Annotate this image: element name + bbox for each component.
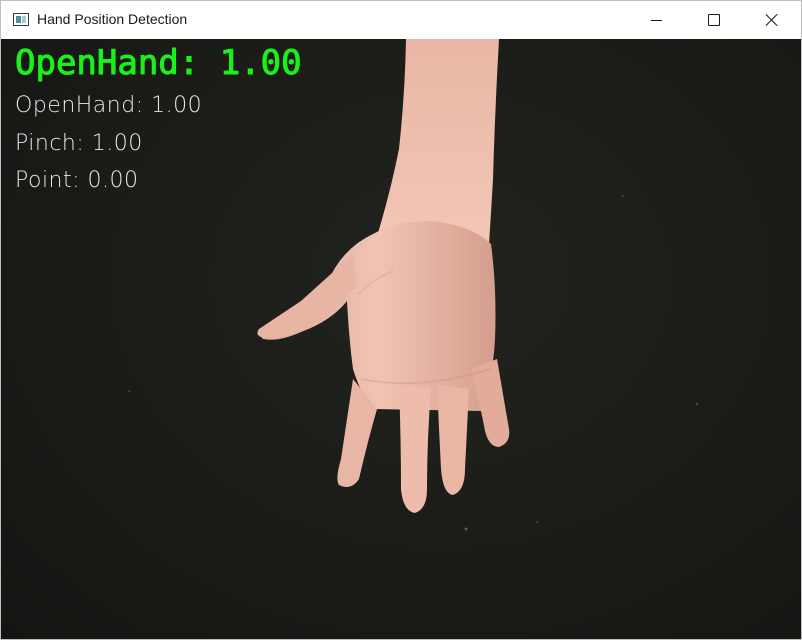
- app-window: Hand Position Detection OpenHand: 1.00 O…: [0, 0, 802, 640]
- minimize-icon: [650, 19, 662, 21]
- score-openhand: OpenHand: 1.00: [15, 93, 203, 118]
- ring-finger: [437, 384, 469, 495]
- forearm: [373, 39, 499, 249]
- hand-image: [128, 39, 699, 531]
- score-point: Point: 0.00: [15, 168, 139, 193]
- app-window-icon: [13, 13, 29, 26]
- minimize-button[interactable]: [627, 1, 685, 39]
- thumb: [257, 254, 357, 339]
- detected-gesture-label: OpenHand: 1.00: [15, 43, 303, 84]
- maximize-icon: [708, 14, 720, 26]
- close-button[interactable]: [743, 1, 801, 39]
- camera-feed: OpenHand: 1.00 OpenHand: 1.00 Pinch: 1.0…: [1, 39, 801, 639]
- window-title: Hand Position Detection: [37, 11, 188, 27]
- maximize-button[interactable]: [685, 1, 743, 39]
- close-icon: [765, 13, 779, 27]
- title-bar[interactable]: Hand Position Detection: [1, 1, 801, 39]
- middle-finger: [399, 384, 431, 513]
- score-pinch: Pinch: 1.00: [15, 131, 143, 156]
